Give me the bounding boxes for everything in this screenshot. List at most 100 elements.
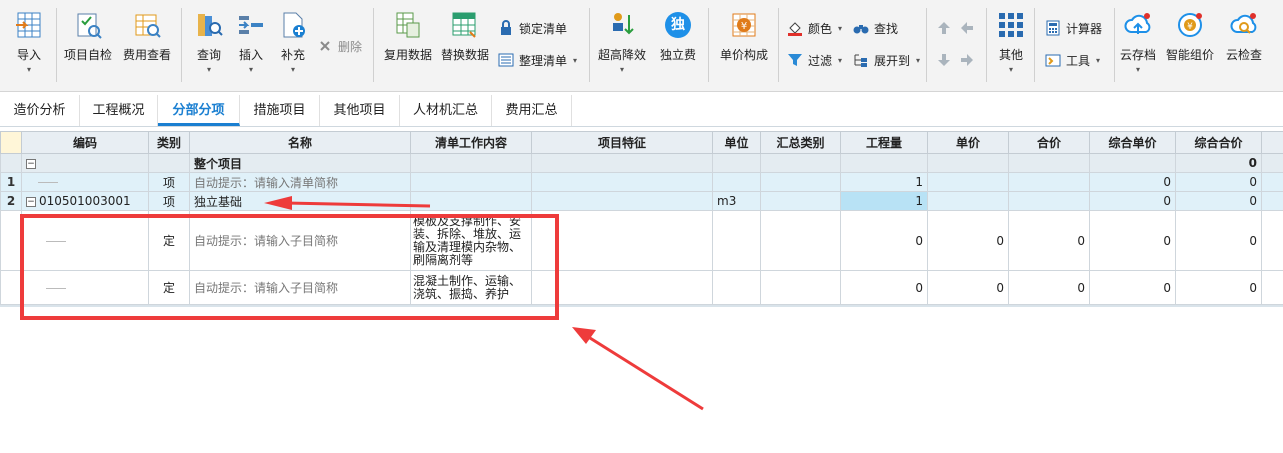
item-code: 010501003001 xyxy=(39,194,131,208)
smart-price-button[interactable]: ¥ 智能组价 xyxy=(1166,8,1214,63)
unit-price-comp-button[interactable]: ¥ 单价构成 xyxy=(720,8,768,63)
tree-line xyxy=(38,182,58,183)
supplement-icon xyxy=(276,8,310,42)
replace-data-button[interactable]: 替换数据 xyxy=(441,8,489,63)
delete-button[interactable]: 删除 xyxy=(316,36,362,56)
table-row-total[interactable]: − 整个项目 0 xyxy=(0,153,1283,173)
separator xyxy=(589,8,590,82)
cloud-check-button[interactable]: 云检查 xyxy=(1226,8,1262,63)
col-header-work-content[interactable]: 清单工作内容 xyxy=(410,131,532,154)
insert-button[interactable]: 插入 ▾ xyxy=(234,8,268,74)
table-row[interactable]: 定 自动提示：请输入子目简称 混凝土制作、运输、浇筑、振捣、养护 0 0 0 0… xyxy=(0,270,1283,305)
col-header-comp-unit-price[interactable]: 综合单价 xyxy=(1089,131,1176,154)
fee-view-button[interactable]: 费用查看 xyxy=(123,8,171,63)
table-row[interactable]: 1 项 自动提示：请输入清单简称 1 0 0 xyxy=(0,172,1283,192)
arrow-right-icon xyxy=(958,51,976,69)
chevron-down-icon: ▾ xyxy=(248,65,253,74)
col-header-type[interactable]: 类别 xyxy=(148,131,190,154)
independent-fee-button[interactable]: 独 独立费 xyxy=(660,8,696,63)
tab-other-items[interactable]: 其他项目 xyxy=(320,95,400,126)
col-header-features[interactable]: 项目特征 xyxy=(531,131,713,154)
supplement-button[interactable]: 补充 ▾ xyxy=(276,8,310,74)
annotation-arrow xyxy=(572,327,704,411)
tab-measures[interactable]: 措施项目 xyxy=(240,95,320,126)
chevron-down-icon: ▾ xyxy=(26,65,31,74)
insert-icon xyxy=(234,8,268,42)
import-button[interactable]: 导入 ▾ xyxy=(12,8,46,74)
tools-button[interactable]: 工具 ▾ xyxy=(1044,50,1100,70)
filter-icon xyxy=(786,51,804,69)
chevron-down-icon: ▾ xyxy=(1008,65,1013,74)
arrow-down-icon xyxy=(935,51,953,69)
col-header-comp-total[interactable]: 综合合价 xyxy=(1175,131,1262,154)
chevron-down-icon: ▾ xyxy=(916,55,921,65)
corner-cell xyxy=(0,131,22,154)
ultra-reduce-button[interactable]: 超高降效 ▾ xyxy=(598,8,646,74)
chevron-down-icon: ▾ xyxy=(1096,55,1101,65)
reuse-data-icon xyxy=(391,8,425,42)
col-header-code[interactable]: 编码 xyxy=(21,131,149,154)
calculator-button[interactable]: 计算器 xyxy=(1044,18,1102,38)
query-button[interactable]: 查询 ▾ xyxy=(192,8,226,74)
other-button[interactable]: 其他 ▾ xyxy=(994,8,1028,74)
color-button[interactable]: 颜色 ▾ xyxy=(786,18,842,38)
move-up-button[interactable] xyxy=(935,18,957,38)
paint-bucket-icon xyxy=(786,19,804,37)
collapse-icon[interactable]: − xyxy=(26,158,36,169)
move-left-button[interactable] xyxy=(958,18,980,38)
total-name[interactable]: 整个项目 xyxy=(189,153,411,173)
separator xyxy=(373,8,374,82)
col-header-unit-price[interactable]: 单价 xyxy=(927,131,1009,154)
lock-list-button[interactable]: 锁定清单 xyxy=(497,18,567,38)
svg-text:¥: ¥ xyxy=(741,21,747,32)
chevron-down-icon: ▾ xyxy=(206,65,211,74)
grid-apps-icon xyxy=(994,8,1028,42)
filter-button[interactable]: 过滤 ▾ xyxy=(786,50,842,70)
ultra-reduce-icon xyxy=(605,8,639,42)
separator xyxy=(986,8,987,82)
table-row[interactable]: 定 自动提示：请输入子目简称 模板及支撑制作、安装、拆除、堆放、运输及清理模内杂… xyxy=(0,210,1283,271)
calculator-icon xyxy=(1044,19,1062,37)
grid-bottom-border xyxy=(0,305,1283,307)
tab-sub-items[interactable]: 分部分项 xyxy=(158,95,240,126)
separator xyxy=(56,8,57,82)
query-icon xyxy=(192,8,226,42)
col-header-total-price[interactable]: 合价 xyxy=(1008,131,1090,154)
work-content-cell[interactable]: 混凝土制作、运输、浇筑、振捣、养护 xyxy=(410,270,532,305)
chevron-down-icon: ▾ xyxy=(838,23,843,33)
table-row[interactable]: 2 −010501003001 项 独立基础 m3 1 0 0 xyxy=(0,191,1283,211)
col-header-unit[interactable]: 单位 xyxy=(712,131,761,154)
separator xyxy=(708,8,709,82)
tab-labor-material-summary[interactable]: 人材机汇总 xyxy=(400,95,492,126)
item-name[interactable]: 独立基础 xyxy=(189,191,411,211)
independent-fee-icon: 独 xyxy=(661,8,695,42)
cloud-archive-button[interactable]: 云存档 ▾ xyxy=(1120,8,1156,74)
find-button[interactable]: 查找 xyxy=(852,18,898,38)
collapse-icon[interactable]: − xyxy=(26,196,36,207)
import-icon xyxy=(12,8,46,42)
move-right-button[interactable] xyxy=(958,50,980,70)
tab-cost-analysis[interactable]: 造价分析 xyxy=(0,95,80,126)
ribbon-toolbar: 导入 ▾ 项目自检 费用查看 查询 ▾ 插入 ▾ 补充 ▾ 删除 复用数据 替换… xyxy=(0,0,1283,92)
delete-icon xyxy=(316,37,334,55)
col-header-name[interactable]: 名称 xyxy=(189,131,411,154)
svg-text:¥: ¥ xyxy=(1187,22,1193,32)
unit-price-comp-icon: ¥ xyxy=(727,8,761,42)
list-icon xyxy=(497,51,515,69)
tree-line xyxy=(46,287,66,289)
tab-project-overview[interactable]: 工程概况 xyxy=(80,95,158,126)
move-down-button[interactable] xyxy=(935,50,957,70)
quantity-cell-selected[interactable]: 1 xyxy=(840,191,928,211)
tab-fee-summary[interactable]: 费用汇总 xyxy=(492,95,572,126)
self-check-button[interactable]: 项目自检 xyxy=(64,8,112,63)
arrange-list-button[interactable]: 整理清单 ▾ xyxy=(497,50,577,70)
expand-to-button[interactable]: 展开到 ▾ xyxy=(852,50,920,70)
arrow-up-icon xyxy=(935,19,953,37)
fee-view-icon xyxy=(130,8,164,42)
col-header-quantity[interactable]: 工程量 xyxy=(840,131,928,154)
col-header-summary-type[interactable]: 汇总类别 xyxy=(760,131,841,154)
reuse-data-button[interactable]: 复用数据 xyxy=(384,8,432,63)
table-header: 编码 类别 名称 清单工作内容 项目特征 单位 汇总类别 工程量 单价 合价 综… xyxy=(0,131,1283,154)
self-check-icon xyxy=(71,8,105,42)
work-content-cell[interactable]: 模板及支撑制作、安装、拆除、堆放、运输及清理模内杂物、刷隔离剂等 xyxy=(410,210,532,271)
